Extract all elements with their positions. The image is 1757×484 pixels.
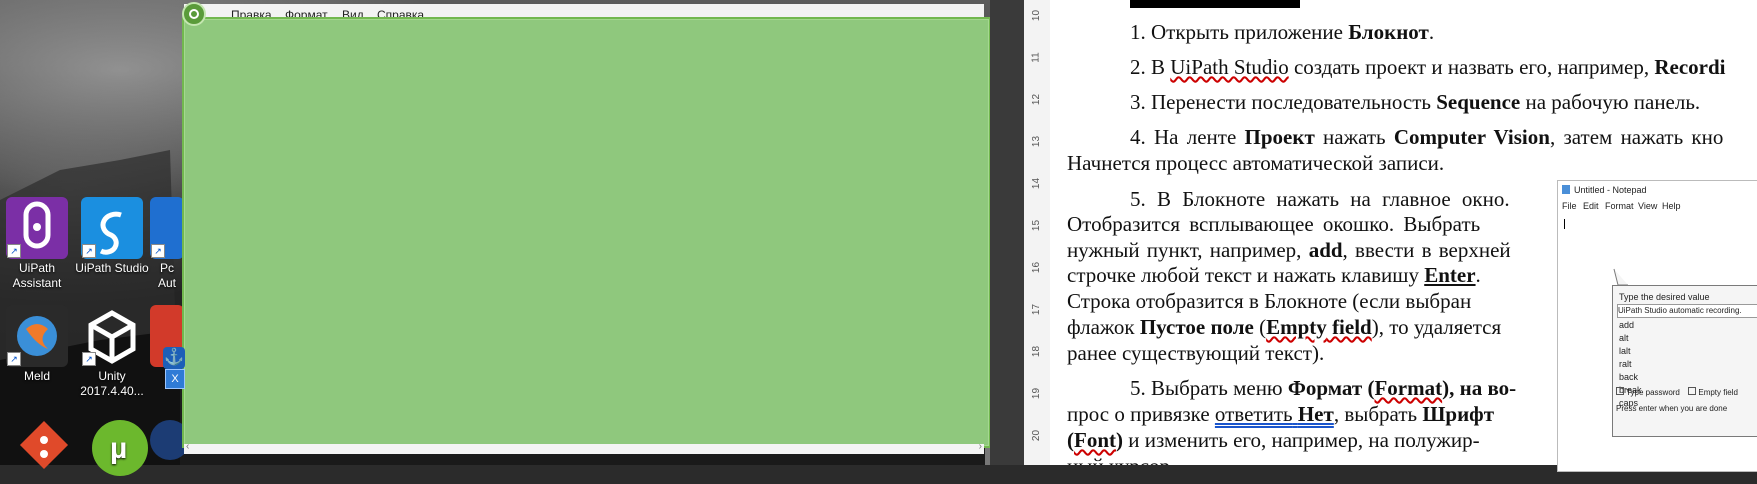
anchor-icon[interactable]: ⚓ — [163, 347, 185, 369]
shortcut-arrow-icon: ↗ — [82, 352, 96, 366]
step-4-continued: Начнется процесс автоматической записи. — [1067, 151, 1445, 175]
step-2: 2. В UiPath Studio создать проект и назв… — [1130, 55, 1726, 79]
ruler-mark: 17 — [1031, 303, 1043, 316]
desktop-icon-uipath-studio[interactable]: ↗ UiPath Studio — [74, 197, 150, 276]
uipath-studio-icon: ↗ — [81, 197, 143, 259]
ruler-mark: 16 — [1031, 261, 1043, 274]
desktop-icon-git[interactable] — [6, 420, 82, 484]
popup-option: ralt — [1619, 359, 1632, 369]
popup-option: alt — [1619, 333, 1629, 343]
step-5-line-7: ранее существующий текст). — [1067, 341, 1325, 365]
step-5-line-4: строчке любой текст и нажать клавишу Ent… — [1067, 263, 1481, 287]
redacted-bar — [1130, 0, 1300, 8]
desktop-icon-pc-automation[interactable]: ↗ Pc Aut — [150, 197, 184, 291]
unity-icon: ↗ — [81, 305, 143, 367]
step-5-line-1: 5. В Блокноте нажать на главное окно. — [1130, 187, 1510, 211]
text-caret — [1564, 219, 1565, 229]
embedded-titlebar: Untitled - Notepad — [1558, 181, 1757, 199]
popup-hint: Press enter when you are done — [1616, 404, 1728, 413]
ruler-mark: 11 — [1030, 52, 1042, 63]
step-6-line-4: ный курсор. — [1067, 454, 1175, 465]
shortcut-arrow-icon: ↗ — [7, 244, 21, 258]
emb-menu-format: Format — [1605, 201, 1634, 211]
ruler-mark: 14 — [1031, 177, 1043, 190]
vertical-ruler: 10 11 12 13 14 15 16 17 18 19 20 — [1024, 0, 1051, 465]
embedded-title: Untitled - Notepad — [1574, 185, 1647, 195]
emb-menu-edit: Edit — [1583, 201, 1599, 211]
excel-icon: X — [165, 369, 185, 389]
step-5-line-2: Отобразится всплывающее окошко. Выбрать — [1067, 212, 1481, 236]
git-icon — [13, 420, 75, 482]
embedded-value-popup: Type the desired value UiPath Studio aut… — [1612, 285, 1757, 437]
emb-menu-file: File — [1562, 201, 1577, 211]
step-5-line-6: флажок Пустое поле (Empty field), то уда… — [1067, 315, 1502, 339]
scroll-right-icon[interactable]: › — [979, 441, 982, 452]
ruler-mark: 18 — [1031, 345, 1043, 358]
empty-field-label: Empty field — [1698, 388, 1738, 397]
ruler-mark: 12 — [1031, 93, 1043, 106]
popup-title: Type the desired value — [1619, 292, 1710, 302]
shortcut-arrow-icon: ↗ — [151, 244, 165, 258]
ruler-mark: 15 — [1031, 219, 1043, 232]
step-1: 1. Открыть приложение Блокнот. — [1130, 20, 1435, 44]
desktop-icon-meld[interactable]: ↗ Meld — [0, 305, 75, 384]
step-4: 4. На ленте Проект нажать Computer Visio… — [1130, 125, 1724, 149]
desktop-icon-partial[interactable] — [150, 420, 184, 462]
uipath-assistant-icon: ↗ — [6, 197, 68, 259]
step-5-line-3: нужный пункт, например, add, ввести в ве… — [1067, 238, 1511, 262]
scroll-left-icon[interactable]: ‹ — [186, 441, 189, 452]
ruler-mark: 20 — [1031, 429, 1043, 442]
step-3: 3. Перенести последовательность Sequence… — [1130, 90, 1701, 114]
shortcut-arrow-icon: ↗ — [82, 244, 96, 258]
icon-label: UiPath Studio — [75, 261, 149, 275]
svg-text:µ: µ — [110, 432, 127, 465]
icon-label: Unity 2017.4.40... — [80, 369, 144, 398]
popup-checkboxes: Type password Empty field — [1616, 387, 1757, 397]
pc-automation-icon: ↗ — [150, 197, 184, 259]
icon-label: Pc Aut — [157, 261, 176, 290]
popup-value-field: UiPath Studio automatic recording. — [1617, 304, 1757, 318]
icon-label: Meld — [23, 369, 50, 383]
horizontal-scrollbar[interactable]: ‹ › — [184, 441, 984, 454]
ruler-mark: 13 — [1031, 135, 1043, 148]
meld-icon: ↗ — [6, 305, 68, 367]
popup-option: lalt — [1619, 346, 1631, 356]
computer-vision-highlight-overlay[interactable] — [182, 17, 991, 448]
target-icon[interactable] — [182, 2, 206, 26]
desktop-icon-uipath-assistant[interactable]: ↗ UiPath Assistant — [0, 197, 75, 291]
desktop-icon-utorrent[interactable]: µ — [82, 420, 158, 478]
step-6-line-1: 5. Выбрать меню Формат (Format), на во- — [1130, 376, 1517, 400]
popup-option: back — [1619, 372, 1639, 382]
emb-menu-help: Help — [1662, 201, 1681, 211]
embedded-notepad-screenshot: Untitled - Notepad File Edit Format View… — [1557, 180, 1757, 472]
ruler-mark: 10 — [1031, 9, 1043, 22]
empty-field-checkbox — [1688, 387, 1697, 395]
shortcut-arrow-icon: ↗ — [7, 352, 21, 366]
ruler-mark: 19 — [1031, 387, 1043, 400]
notepad-app-icon — [1562, 185, 1570, 194]
step-5-line-5: Строка отобразится в Блокноте (если выбр… — [1067, 289, 1472, 313]
emb-menu-view: View — [1638, 201, 1658, 211]
desktop-icon-unity[interactable]: ↗ Unity 2017.4.40... — [74, 305, 150, 399]
icon-label: UiPath Assistant — [12, 261, 62, 290]
step-6-line-3: (Font) и изменить его, например, на полу… — [1067, 428, 1480, 452]
utorrent-icon: µ — [92, 420, 148, 476]
step-6-line-2: прос о привязке ответить Нет, выбрать Шр… — [1067, 402, 1495, 426]
type-password-checkbox — [1616, 387, 1624, 395]
popup-pointer — [1613, 268, 1628, 286]
embedded-menubar: File Edit Format View Help — [1558, 201, 1757, 215]
partial-app-icon — [150, 420, 184, 460]
popup-option: add — [1619, 320, 1635, 330]
type-password-label: Type password — [1626, 388, 1680, 397]
